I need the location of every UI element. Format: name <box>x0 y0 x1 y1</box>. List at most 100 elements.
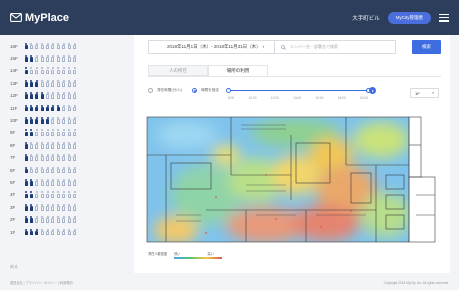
person-icon <box>35 178 39 186</box>
person-icon <box>35 42 39 50</box>
occupancy-icons <box>24 228 77 236</box>
person-icon <box>40 79 44 87</box>
heatmap-legend: 滞在人数密度 低い 高い <box>148 251 214 256</box>
floor-row[interactable]: 3F <box>10 202 77 212</box>
person-icon <box>40 54 44 62</box>
floor-label: 14F <box>10 68 18 74</box>
floor-row[interactable]: 14F <box>10 66 77 76</box>
floor-label: 16F <box>10 43 18 49</box>
floor-row[interactable]: 9F <box>10 128 77 138</box>
person-icon <box>35 154 39 162</box>
floor-row[interactable]: 16F <box>10 41 77 51</box>
person-icon <box>67 178 71 186</box>
person-icon <box>46 178 50 186</box>
floor-row[interactable]: 4F <box>10 190 77 200</box>
member-search[interactable]: メンバー名・部署名で検索 <box>275 44 338 50</box>
mail-logo-icon <box>10 13 22 22</box>
person-icon <box>51 129 55 137</box>
person-icon <box>73 54 77 62</box>
person-icon <box>51 178 55 186</box>
floor-row[interactable]: 13F <box>10 78 77 88</box>
user-menu-button[interactable]: MyCity管理者 <box>387 11 431 24</box>
person-icon <box>35 203 39 211</box>
person-icon <box>35 92 39 100</box>
person-icon <box>67 166 71 174</box>
time-slider[interactable] <box>226 88 371 93</box>
person-icon <box>62 203 66 211</box>
floor-heatmap[interactable] <box>146 115 441 244</box>
person-icon <box>29 166 33 174</box>
floor-label: 2F <box>10 217 16 223</box>
floor-select[interactable]: 1F ▾ <box>410 88 439 98</box>
search-button[interactable]: 検索 <box>412 40 441 54</box>
floor-label: 10F <box>10 117 18 123</box>
person-icon <box>29 178 33 186</box>
person-icon <box>46 42 50 50</box>
floor-row[interactable]: 1F <box>10 227 77 237</box>
person-icon <box>29 141 33 149</box>
person-icon <box>40 67 44 75</box>
search-bar: 2018年11月1日（木）- 2018年11月31日（木） ▾ メンバー名・部署… <box>148 40 396 54</box>
occupancy-icons <box>24 178 77 186</box>
floor-row[interactable]: 2F <box>10 215 77 225</box>
floor-label: 15F <box>10 55 18 61</box>
floor-row[interactable]: 15F <box>10 53 77 63</box>
radio-stay-time-label: 滞在時間(分/人) <box>157 88 182 92</box>
radio-specify-time-label: 時間を指定 <box>200 88 219 92</box>
person-icon <box>46 129 50 137</box>
hamburger-menu-icon[interactable] <box>439 13 449 22</box>
person-icon <box>40 42 44 50</box>
person-icon <box>24 166 28 174</box>
person-icon <box>51 216 55 224</box>
floor-row[interactable]: 6F <box>10 165 77 175</box>
person-icon <box>24 154 28 162</box>
person-icon <box>56 154 60 162</box>
person-icon <box>51 203 55 211</box>
person-icon <box>56 129 60 137</box>
person-icon <box>56 228 60 236</box>
person-icon <box>24 104 28 112</box>
legend-gradient <box>174 257 222 259</box>
person-icon <box>24 54 28 62</box>
person-icon <box>46 191 50 199</box>
floor-row[interactable]: 10F <box>10 115 77 125</box>
person-icon <box>62 104 66 112</box>
search-input[interactable]: メンバー名・部署名で検索 <box>290 44 338 50</box>
time-tick-label: 10:00 <box>248 96 257 100</box>
time-slider-start-handle[interactable] <box>226 88 231 93</box>
person-icon <box>35 191 39 199</box>
person-icon <box>24 67 28 75</box>
person-icon <box>56 92 60 100</box>
person-icon <box>46 228 50 236</box>
floor-row[interactable]: 7F <box>10 153 77 163</box>
floor-row[interactable]: 11F <box>10 103 77 113</box>
tab-place-usage[interactable]: 場所の利用 <box>208 65 268 76</box>
tab-people-location[interactable]: 人の所在 <box>148 65 208 76</box>
occupancy-icons <box>24 191 77 199</box>
occupancy-icons <box>24 129 77 137</box>
person-icon <box>56 178 60 186</box>
footer-links[interactable]: 運営会社 | プライバシーポリシー | 利用規約 <box>10 280 73 285</box>
person-icon <box>24 116 28 124</box>
floor-label: 13F <box>10 80 18 86</box>
person-icon <box>73 129 77 137</box>
play-button[interactable] <box>369 87 376 94</box>
person-icon <box>51 67 55 75</box>
person-icon <box>46 67 50 75</box>
person-icon <box>24 216 28 224</box>
date-range-picker[interactable]: 2018年11月1日（木）- 2018年11月31日（木） ▾ <box>149 41 275 53</box>
floor-row[interactable]: 12F <box>10 91 77 101</box>
radio-stay-time[interactable] <box>148 88 153 93</box>
floor-label: 6F <box>10 167 16 173</box>
person-icon <box>40 154 44 162</box>
floor-row[interactable]: 5F <box>10 177 77 187</box>
app-logo[interactable]: MyPlace <box>10 12 69 24</box>
floor-label: 12F <box>10 93 18 99</box>
person-icon <box>67 228 71 236</box>
radio-specify-time[interactable] <box>191 88 197 93</box>
floor-row[interactable]: 8F <box>10 140 77 150</box>
person-icon <box>24 92 28 100</box>
person-icon <box>29 104 33 112</box>
back-link[interactable]: 戻る <box>10 264 18 270</box>
copyright-text: Copyright 2018 MyCity Inc. All rights re… <box>383 280 449 285</box>
